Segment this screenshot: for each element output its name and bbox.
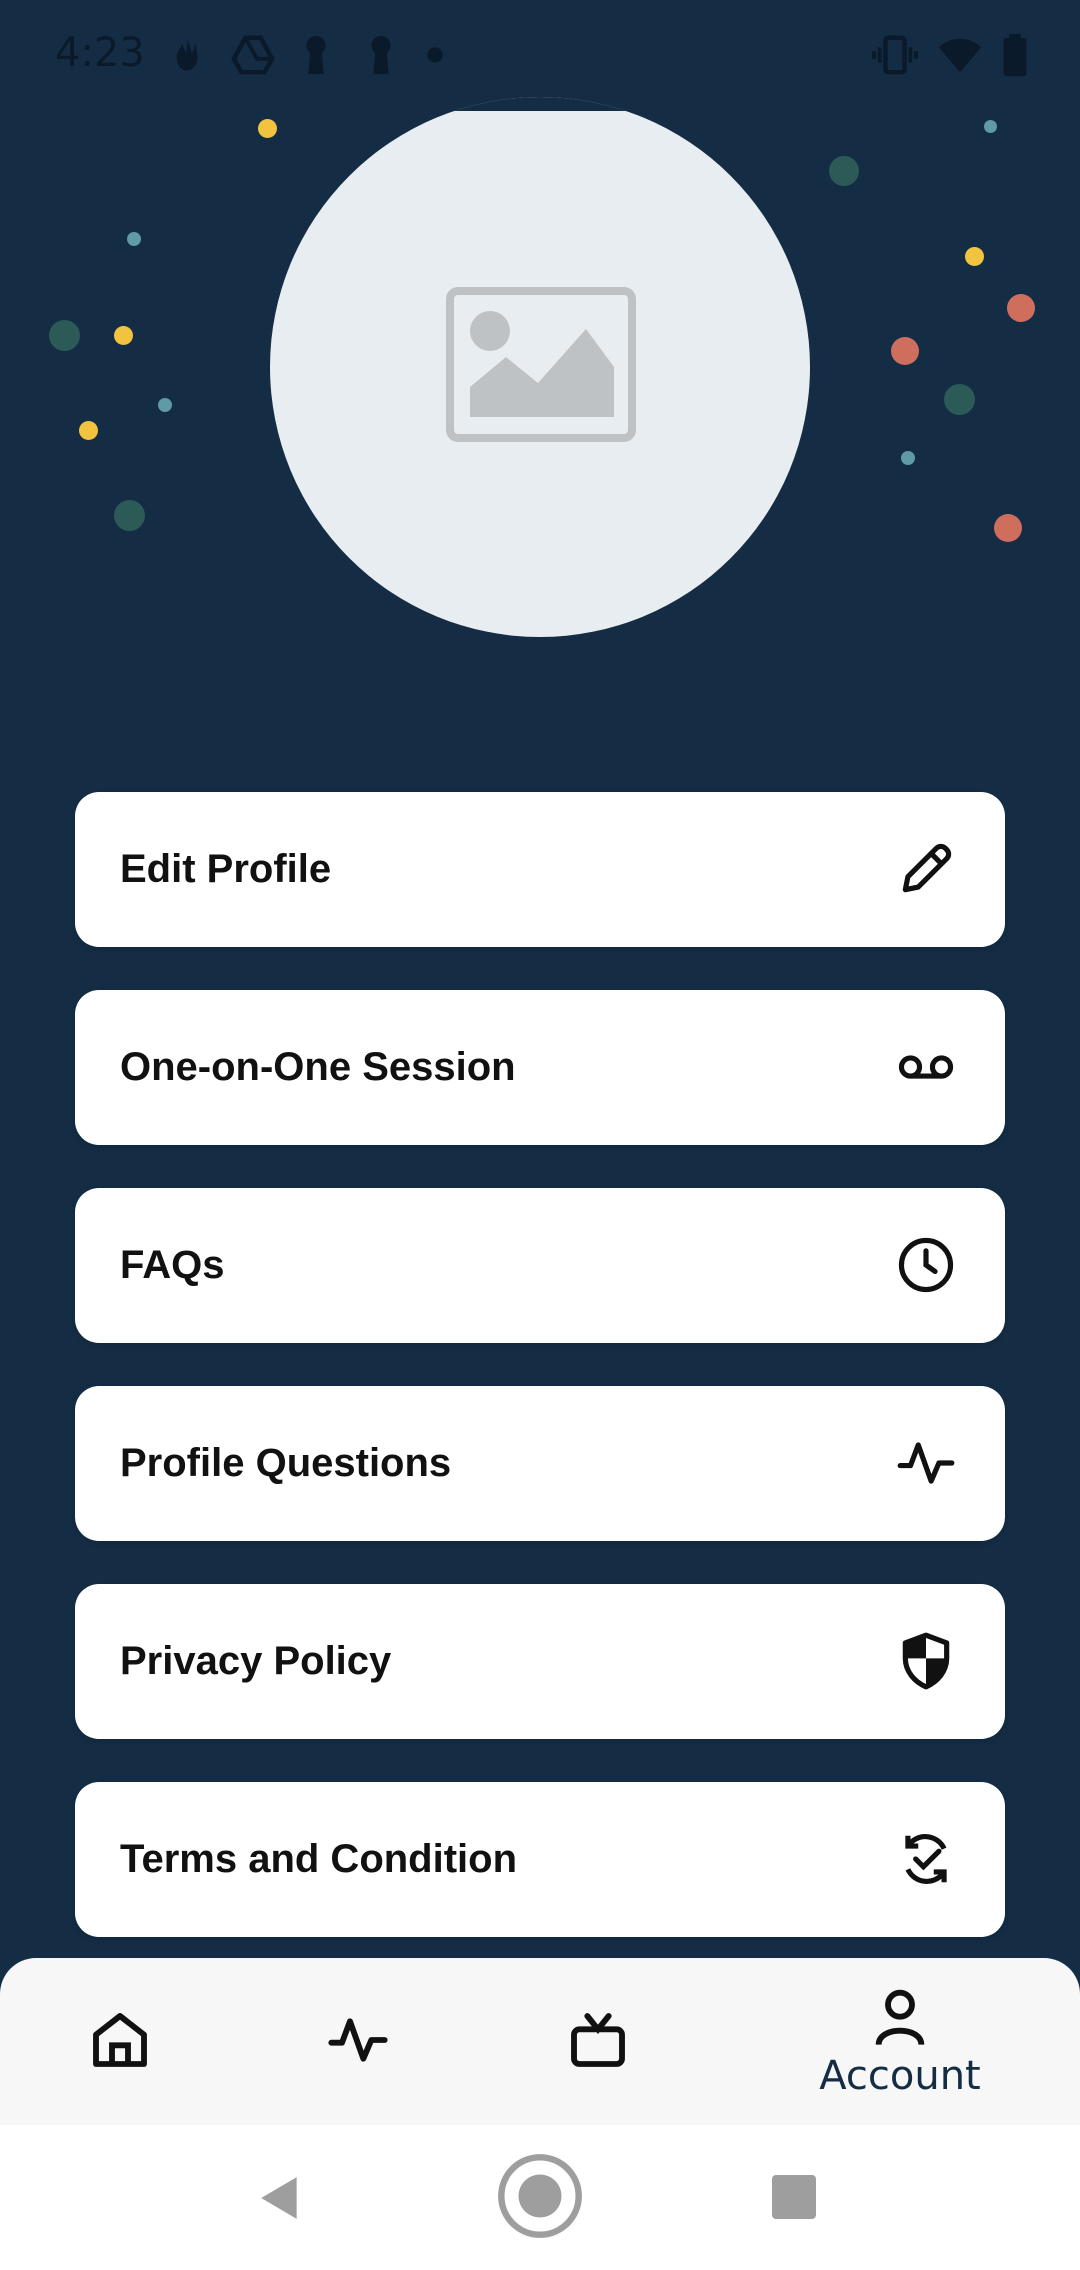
activity-icon — [897, 1442, 955, 1484]
keyhole-icon — [306, 35, 326, 75]
pencil-icon — [902, 843, 952, 893]
home-icon — [93, 2013, 147, 2067]
hand-icon — [176, 39, 198, 71]
refresh-check-icon — [905, 1834, 947, 1884]
battery-icon — [1003, 33, 1027, 77]
menu-item-label: Terms and Condition — [120, 1837, 518, 1881]
menu-item-terms-and-condition[interactable]: Terms and Condition — [75, 1782, 1005, 1937]
dot-icon — [427, 47, 443, 63]
menu-item-label: Profile Questions — [120, 1441, 452, 1485]
nav-item-activity[interactable] — [273, 1958, 443, 2125]
nav-item-tv[interactable] — [513, 1958, 683, 2125]
home-circle-icon[interactable] — [497, 2153, 583, 2239]
back-icon[interactable] — [255, 2172, 305, 2224]
avatar-top-edge — [270, 97, 810, 111]
clock-icon — [898, 1237, 954, 1293]
status-bar: 4:23 — [0, 0, 1080, 110]
voicemail-icon — [898, 1055, 954, 1079]
vibrate-icon — [872, 35, 918, 75]
bottom-navigation: Account — [0, 1958, 1080, 2125]
image-placeholder-icon — [446, 287, 636, 442]
menu-item-one-on-one-session[interactable]: One-on-One Session — [75, 990, 1005, 1145]
activity-icon — [328, 2018, 388, 2062]
menu-item-label: Privacy Policy — [120, 1639, 392, 1683]
menu-item-label: One-on-One Session — [120, 1045, 516, 1089]
system-navigation-bar — [0, 2125, 1080, 2270]
menu-item-label: FAQs — [120, 1243, 225, 1287]
menu-item-profile-questions[interactable]: Profile Questions — [75, 1386, 1005, 1541]
menu-item-privacy-policy[interactable]: Privacy Policy — [75, 1584, 1005, 1739]
profile-avatar[interactable] — [270, 97, 810, 637]
menu-item-edit-profile[interactable]: Edit Profile — [75, 792, 1005, 947]
wifi-icon — [938, 38, 982, 73]
nav-item-account[interactable]: Account — [780, 1958, 1020, 2125]
nav-label-account: Account — [819, 2053, 981, 2099]
status-time: 4:23 — [55, 30, 145, 76]
recents-icon[interactable] — [770, 2173, 818, 2221]
keyhole-icon — [371, 35, 391, 75]
drive-icon — [231, 35, 275, 75]
shield-icon — [902, 1632, 950, 1690]
menu-item-label: Edit Profile — [120, 847, 332, 891]
tv-icon — [571, 2013, 625, 2067]
account-icon — [875, 1989, 925, 2046]
nav-item-home[interactable] — [35, 1958, 205, 2125]
menu-item-faqs[interactable]: FAQs — [75, 1188, 1005, 1343]
